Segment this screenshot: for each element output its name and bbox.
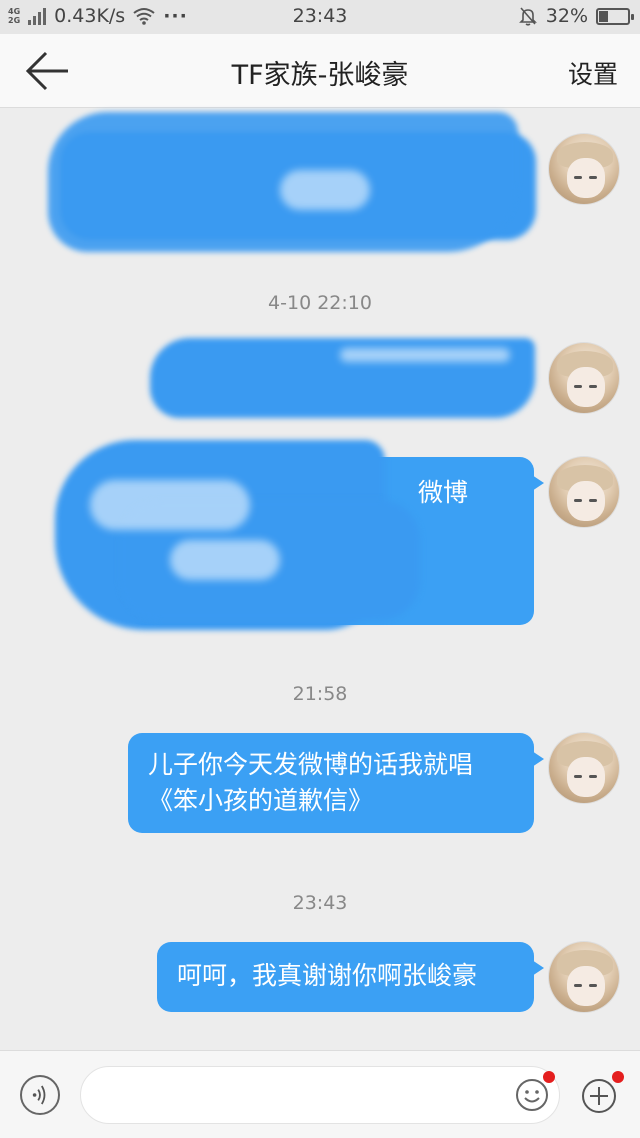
battery-icon: [596, 7, 634, 25]
timestamp: 23:43: [292, 892, 348, 914]
mute-bell-icon: [518, 7, 537, 26]
settings-button[interactable]: 设置: [568, 55, 618, 91]
avatar[interactable]: [549, 457, 619, 527]
message-input[interactable]: [80, 1066, 560, 1124]
censor-scribble: [170, 540, 280, 580]
plus-icon[interactable]: [580, 1077, 618, 1115]
input-bar: [0, 1050, 640, 1138]
avatar[interactable]: [549, 134, 619, 204]
avatar[interactable]: [549, 942, 619, 1012]
plus-notification-badge: [612, 1071, 624, 1083]
avatar[interactable]: [549, 733, 619, 803]
voice-icon[interactable]: [20, 1075, 60, 1115]
timestamp: 4-10 22:10: [268, 292, 372, 314]
censored-fragment: 微博: [418, 478, 469, 507]
message-bubble[interactable]: 儿子你今天发微博的话我就唱《笨小孩的道歉信》: [128, 733, 544, 833]
chat-header: TF家族-张峻豪 设置: [0, 34, 640, 108]
timestamp: 21:58: [292, 683, 348, 705]
chat-title: TF家族-张峻豪: [231, 60, 409, 91]
censor-scribble: [90, 480, 250, 530]
status-bar: 4G 2G 0.43K/s ··· 23:43 32%: [0, 0, 640, 34]
censor-scribble: [340, 348, 510, 362]
battery-percent: 32%: [545, 5, 588, 27]
emoji-icon[interactable]: [514, 1077, 550, 1113]
censor-scribble: [280, 170, 370, 210]
message-bubble[interactable]: 呵呵，我真谢谢你啊张峻豪: [157, 942, 544, 1012]
emoji-notification-badge: [543, 1071, 555, 1083]
avatar[interactable]: [549, 343, 619, 413]
